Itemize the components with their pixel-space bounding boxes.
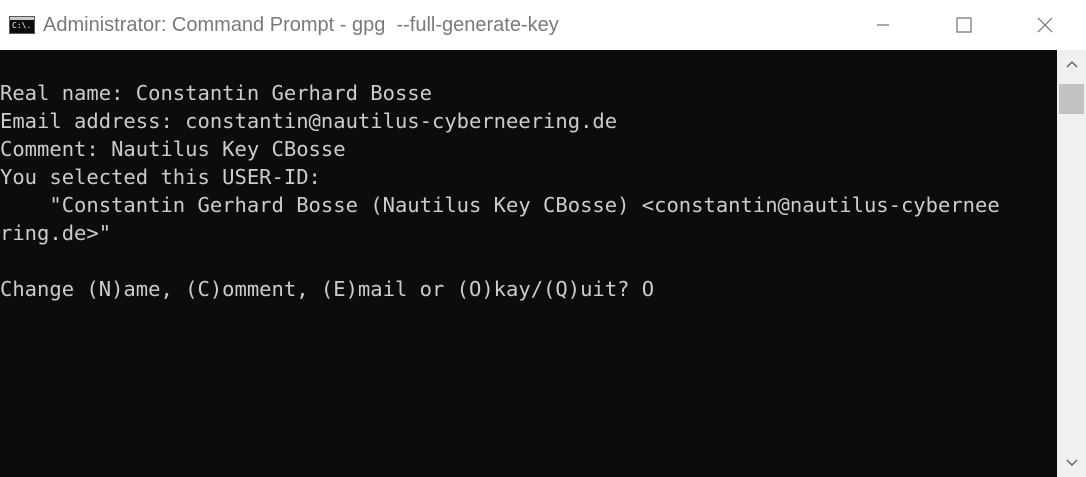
console-lines: Real name: Constantin Gerhard Bosse Emai… [0, 79, 1000, 303]
chevron-down-icon [1066, 459, 1077, 466]
close-button[interactable] [1005, 0, 1085, 50]
scrollbar-thumb[interactable] [1059, 84, 1084, 114]
console-line-blank [0, 247, 1000, 275]
vertical-scrollbar[interactable] [1057, 50, 1086, 477]
command-prompt-window: C:\. Administrator: Command Prompt - gpg… [0, 0, 1086, 477]
window-title: Administrator: Command Prompt - gpg --fu… [43, 14, 559, 36]
maximize-button[interactable] [924, 0, 1004, 50]
console-line-user-id-value: "Constantin Gerhard Bosse (Nautilus Key … [0, 193, 1000, 217]
console-line-prompt: Change (N)ame, (C)omment, (E)mail or (O)… [0, 277, 655, 301]
console-line-email: Email address: constantin@nautilus-cyber… [0, 109, 618, 133]
console-line-user-id-wrap: ring.de>" [0, 221, 112, 245]
console-line-comment: Comment: Nautilus Key CBosse [0, 137, 346, 161]
scroll-up-button[interactable] [1057, 50, 1086, 78]
maximize-icon [956, 17, 972, 33]
minimize-button[interactable] [843, 0, 923, 50]
command-prompt-icon[interactable]: C:\. [9, 16, 35, 34]
console-line-selected-user-id: You selected this USER-ID: [0, 165, 321, 189]
scroll-down-button[interactable] [1057, 449, 1086, 477]
icon-label: C:\. [12, 21, 32, 30]
close-icon [1037, 17, 1053, 33]
minimize-icon [877, 24, 889, 26]
console-output[interactable]: Real name: Constantin Gerhard Bosse Emai… [0, 50, 1057, 477]
chevron-up-icon [1066, 61, 1077, 68]
title-bar[interactable]: C:\. Administrator: Command Prompt - gpg… [0, 0, 1086, 50]
console-line-real-name: Real name: Constantin Gerhard Bosse [0, 81, 432, 105]
